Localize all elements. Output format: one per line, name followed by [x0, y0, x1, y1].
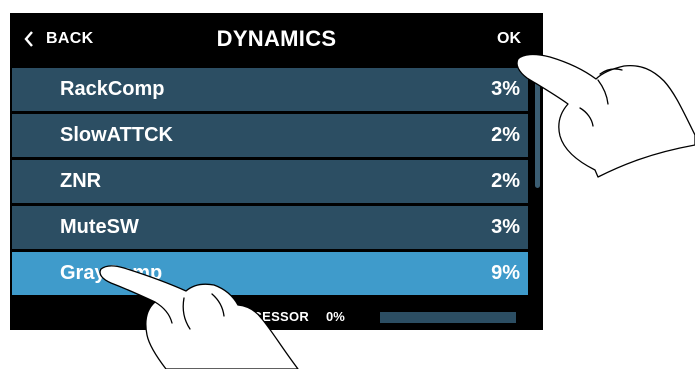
ok-button[interactable]: OK: [497, 25, 521, 53]
effect-name: GrayComp: [60, 262, 163, 284]
header-bar: BACK DYNAMICS OK: [10, 13, 543, 65]
effect-row-mutesw[interactable]: MuteSW 3%: [12, 206, 528, 249]
effect-name: SlowATTCK: [60, 124, 173, 146]
effect-name: RackComp: [60, 78, 165, 100]
effect-row-slowattck[interactable]: SlowATTCK 2%: [12, 114, 528, 157]
page-title: DYNAMICS: [216, 26, 337, 51]
effect-value: 9%: [491, 262, 520, 284]
effect-name: ZNR: [60, 170, 102, 192]
effect-value: 2%: [491, 124, 520, 146]
processor-label: OCESSOR: [242, 309, 310, 324]
effect-name: MuteSW: [60, 216, 139, 238]
device-screen: BACK DYNAMICS OK RackComp 3% SlowATTCK 2…: [10, 13, 543, 330]
effect-row-rackcomp[interactable]: RackComp 3%: [12, 68, 528, 111]
list-scrollbar[interactable]: [535, 68, 540, 188]
processor-meter: [380, 312, 516, 323]
effect-value: 3%: [491, 78, 520, 100]
processor-value: 0%: [326, 309, 345, 324]
effect-value: 2%: [491, 170, 520, 192]
effect-row-znr[interactable]: ZNR 2%: [12, 160, 528, 203]
effect-row-graycomp[interactable]: GrayComp 9%: [12, 252, 528, 295]
effect-value: 3%: [491, 216, 520, 238]
processor-status: OCESSOR 0%: [10, 303, 543, 330]
